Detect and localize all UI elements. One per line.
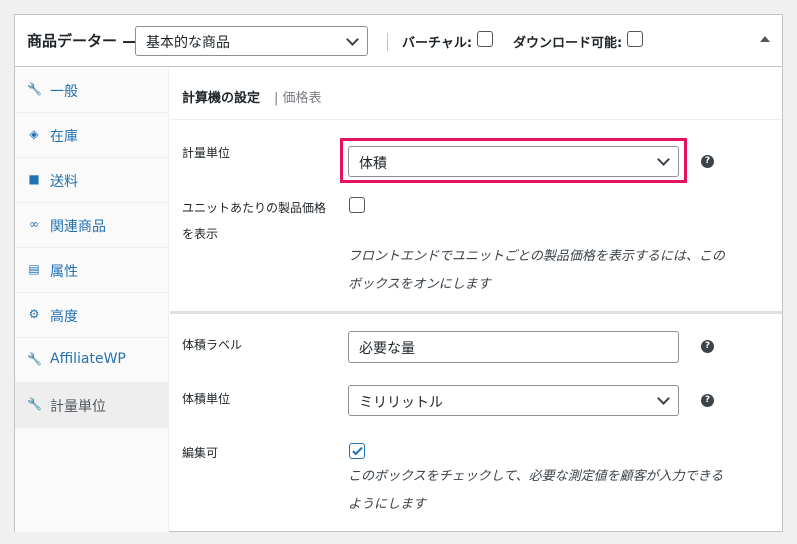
tab-label: AffiliateWP bbox=[50, 351, 126, 367]
wrench-icon: 🔧 bbox=[27, 397, 42, 411]
tab-attributes[interactable]: ▤ 属性 bbox=[15, 248, 168, 293]
product-type-value: 基本的な商品 bbox=[146, 35, 230, 51]
help-icon[interactable]: ? bbox=[701, 340, 714, 353]
subtab-separator: | bbox=[274, 91, 279, 106]
measurement-unit-value: 体積 bbox=[359, 156, 387, 172]
product-data-panel: 商品データー — 基本的な商品 バーチャル: ダウンロード可能: 🔧 一般 ◈ … bbox=[14, 14, 783, 532]
truck-icon: ■ bbox=[28, 172, 40, 186]
subtab-pricing-table[interactable]: | 価格表 bbox=[274, 87, 322, 106]
tab-general[interactable]: 🔧 一般 bbox=[15, 68, 168, 113]
section-divider bbox=[170, 311, 782, 314]
help-icon[interactable]: ? bbox=[701, 155, 714, 168]
tab-label: 在庫 bbox=[50, 129, 78, 145]
help-icon[interactable]: ? bbox=[701, 394, 714, 407]
tab-label: 属性 bbox=[50, 264, 78, 280]
product-type-select[interactable]: 基本的な商品 bbox=[135, 26, 368, 56]
tab-label: 計量単位 bbox=[50, 399, 106, 415]
chevron-down-icon bbox=[346, 33, 359, 46]
volume-label-label: 体積ラベル bbox=[182, 338, 243, 352]
desc-line: ようにします bbox=[348, 497, 427, 512]
volume-unit-value: ミリリットル bbox=[359, 395, 443, 411]
gear-icon: ⚙ bbox=[28, 307, 40, 321]
desc-line: フロントエンドでユニットごとの製品価格を表示するには、この bbox=[348, 249, 725, 264]
volume-unit-label: 体積単位 bbox=[182, 392, 231, 406]
measurement-unit-label: 計量単位 bbox=[182, 146, 231, 160]
header-separator bbox=[387, 33, 388, 51]
downloadable-label: ダウンロード可能: bbox=[513, 36, 623, 51]
show-unit-price-label-cont: を表示 bbox=[182, 227, 219, 241]
tab-label: 一般 bbox=[50, 84, 78, 100]
measurement-panel: 計算機の設定 | 価格表 計量単位 体積 ? ユニットあたりの製品価格 を表示 … bbox=[170, 68, 782, 532]
tab-label: 高度 bbox=[50, 309, 78, 325]
desc-line: このボックスをチェックして、必要な測定値を顧客が入力できる bbox=[348, 469, 724, 484]
wrench-icon: 🔧 bbox=[27, 82, 42, 96]
tab-linked-products[interactable]: ∞ 関連商品 bbox=[15, 203, 168, 248]
product-data-tabs: 🔧 一般 ◈ 在庫 ■ 送料 ∞ 関連商品 ▤ 属性 ⚙ 高度 🔧 Affili… bbox=[15, 68, 169, 532]
tag-icon: ◈ bbox=[29, 127, 39, 141]
editable-checkbox[interactable] bbox=[349, 443, 365, 459]
virtual-label: バーチャル: bbox=[402, 36, 473, 51]
panel-header: 商品データー — 基本的な商品 バーチャル: ダウンロード可能: bbox=[15, 15, 782, 67]
show-unit-price-label: ユニットあたりの製品価格 bbox=[182, 201, 327, 215]
collapse-toggle-icon[interactable] bbox=[760, 36, 770, 42]
tab-label: 送料 bbox=[50, 174, 78, 190]
tab-affiliatewp[interactable]: 🔧 AffiliateWP bbox=[15, 338, 168, 383]
wrench-icon: 🔧 bbox=[27, 352, 42, 366]
subtab-calculator-settings[interactable]: 計算機の設定 bbox=[182, 87, 260, 106]
show-unit-price-description: フロントエンドでユニットごとの製品価格を表示するには、この ボックスをオンにしま… bbox=[348, 243, 768, 299]
chevron-down-icon bbox=[657, 153, 670, 166]
list-icon: ▤ bbox=[28, 262, 40, 276]
desc-line: ボックスをオンにします bbox=[348, 277, 491, 292]
subtab-bar: 計算機の設定 | 価格表 bbox=[170, 68, 782, 120]
volume-label-input[interactable]: 必要な量 bbox=[348, 331, 679, 363]
volume-label-value: 必要な量 bbox=[359, 341, 415, 357]
subtab-pricing-table-label: 価格表 bbox=[282, 91, 322, 106]
link-icon: ∞ bbox=[29, 217, 39, 231]
measurement-unit-select[interactable]: 体積 bbox=[348, 146, 679, 177]
editable-description: このボックスをチェックして、必要な測定値を顧客が入力できる ようにします bbox=[348, 463, 768, 519]
tab-advanced[interactable]: ⚙ 高度 bbox=[15, 293, 168, 338]
show-unit-price-checkbox[interactable] bbox=[349, 197, 365, 213]
virtual-checkbox[interactable] bbox=[477, 31, 493, 47]
panel-title: 商品データー — bbox=[27, 32, 138, 50]
volume-unit-select[interactable]: ミリリットル bbox=[348, 385, 679, 416]
tab-shipping[interactable]: ■ 送料 bbox=[15, 158, 168, 203]
chevron-down-icon bbox=[657, 392, 670, 405]
tab-inventory[interactable]: ◈ 在庫 bbox=[15, 113, 168, 158]
downloadable-checkbox[interactable] bbox=[627, 31, 643, 47]
editable-label: 編集可 bbox=[182, 446, 219, 460]
checkmark-icon bbox=[352, 444, 363, 456]
tab-label: 関連商品 bbox=[50, 219, 106, 235]
tab-measurement[interactable]: 🔧 計量単位 bbox=[15, 383, 168, 428]
